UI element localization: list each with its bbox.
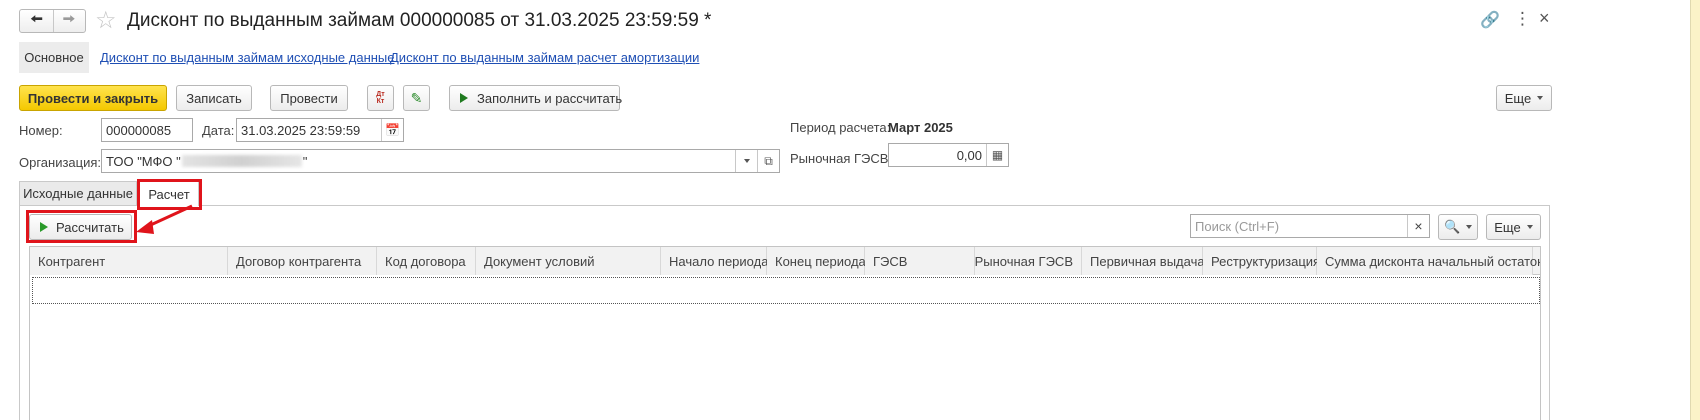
post-button[interactable]: Провести	[270, 85, 348, 111]
chevron-down-icon	[1465, 225, 1472, 229]
pencil-icon: ✎	[410, 89, 423, 106]
forward-arrow-icon[interactable]: 🠪	[53, 10, 85, 32]
number-value: 000000085	[106, 122, 172, 138]
market-rate-label: Рыночная ГЭСВ:	[790, 151, 893, 166]
organization-field[interactable]: ТОО "МФО " " ⧉	[101, 149, 780, 173]
link-icon[interactable]: 🔗	[1480, 10, 1500, 30]
period-value: Март 2025	[888, 120, 953, 135]
fill-and-calculate-label: Заполнить и рассчитать	[477, 90, 623, 106]
date-label: Дата:	[202, 123, 235, 138]
search-input[interactable]: Поиск (Ctrl+F) ×	[1190, 214, 1430, 238]
dt-kt-button[interactable]: Дт Кт	[367, 85, 394, 111]
table-more-button[interactable]: Еще	[1486, 214, 1541, 240]
column-header[interactable]: Договор контрагента	[228, 247, 377, 275]
tab-source-data[interactable]: Исходные данные	[19, 181, 137, 205]
period-label: Период расчета:	[790, 120, 891, 135]
column-header[interactable]: Код договора	[377, 247, 476, 275]
date-value: 31.03.2025 23:59:59	[241, 122, 361, 138]
column-header[interactable]: Сумма дисконта начальный остаток	[1317, 247, 1540, 275]
search-icon: 🔍	[1444, 219, 1461, 234]
calculator-icon[interactable]: ▦	[986, 144, 1008, 166]
search-button[interactable]: 🔍	[1438, 214, 1478, 240]
chevron-down-icon	[1526, 225, 1533, 229]
column-header[interactable]: Рыночная ГЭСВ	[975, 247, 1082, 275]
column-header[interactable]: ГЭСВ	[865, 247, 975, 275]
tab-main-label: Основное	[24, 50, 84, 65]
close-icon[interactable]: ×	[1539, 8, 1550, 29]
more-vertical-icon[interactable]: ⋮	[1514, 9, 1531, 29]
star-favorite-icon[interactable]: ☆	[95, 6, 117, 35]
date-field[interactable]: 31.03.2025 23:59:59 📅	[236, 118, 404, 142]
open-window-icon[interactable]: ⧉	[757, 150, 779, 172]
tab-source-data-link[interactable]: Дисконт по выданным займам исходные данн…	[100, 50, 395, 65]
tab-source-data-label: Исходные данные	[23, 186, 133, 201]
chevron-down-icon	[1537, 96, 1544, 100]
column-header[interactable]: Начало периода	[661, 247, 768, 275]
organization-label: Организация:	[19, 155, 102, 170]
organization-name-redacted	[181, 155, 302, 167]
clear-search-icon[interactable]: ×	[1407, 215, 1429, 237]
column-header[interactable]: Первичная выдача	[1082, 247, 1205, 275]
play-icon	[460, 93, 468, 103]
calculation-table: Контрагент Договор контрагента Код догов…	[29, 246, 1541, 420]
window-title: Дисконт по выданным займам 000000085 от …	[127, 10, 712, 31]
dt-kt-icon: Дт Кт	[376, 91, 385, 105]
post-and-close-button[interactable]: Провести и закрыть	[19, 85, 167, 111]
search-placeholder: Поиск (Ctrl+F)	[1195, 218, 1280, 234]
calendar-icon[interactable]: 📅	[381, 119, 403, 141]
more-label: Еще	[1504, 90, 1532, 106]
annotation-arrow	[136, 204, 193, 234]
back-arrow-icon[interactable]: 🠨	[20, 10, 54, 32]
save-button[interactable]: Записать	[176, 85, 252, 111]
tab-main[interactable]: Основное	[19, 42, 89, 73]
number-label: Номер:	[19, 123, 63, 138]
table-more-label: Еще	[1494, 219, 1521, 235]
number-field[interactable]: 000000085	[101, 118, 193, 142]
nav-back-forward-group: 🠨 🠪	[19, 9, 86, 33]
fill-and-calculate-button[interactable]: Заполнить и рассчитать	[449, 85, 623, 111]
organization-value: ТОО "МФО "	[106, 153, 181, 169]
annotation-highlight-calculate-button	[26, 210, 137, 243]
dropdown-chevron-icon[interactable]	[735, 150, 757, 172]
column-header[interactable]: Реструктуризация	[1203, 247, 1320, 275]
market-rate-field[interactable]: 0,00 ▦	[888, 143, 1009, 167]
market-rate-value: 0,00	[956, 147, 982, 163]
table-header: Контрагент Договор контрагента Код догов…	[30, 247, 1540, 275]
column-header[interactable]: Контрагент	[30, 247, 228, 275]
edit-posting-button[interactable]: ✎	[403, 85, 430, 111]
column-header[interactable]: Документ условий	[476, 247, 661, 275]
table-row-empty[interactable]	[32, 277, 1540, 304]
organization-value-end: "	[302, 153, 308, 169]
document-window: 🠨 🠪 ☆ Дисконт по выданным займам 0000000…	[0, 0, 1691, 420]
more-button[interactable]: Еще	[1496, 85, 1552, 111]
tab-amortization-link[interactable]: Дисконт по выданным займам расчет аморти…	[390, 50, 699, 65]
column-header[interactable]: Конец периода	[767, 247, 866, 275]
